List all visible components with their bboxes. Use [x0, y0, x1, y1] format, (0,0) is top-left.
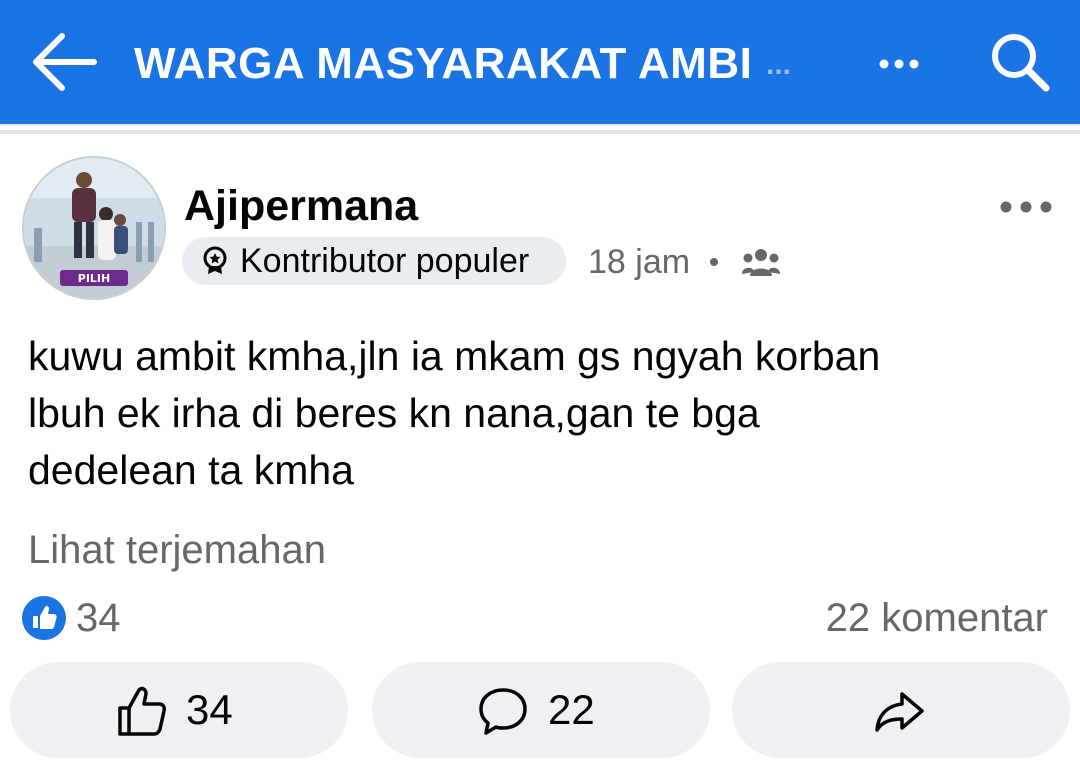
search-icon — [992, 34, 1050, 92]
post-text-line: lbuh ek irha di beres kn nana,gan te bga — [28, 390, 760, 436]
post-options-button[interactable] — [996, 190, 1056, 224]
avatar-photo: PILIH — [24, 158, 164, 298]
avatar-label: PILIH — [78, 272, 110, 285]
post-text-line: kuwu ambit kmha,jln ia mkam gs ngyah kor… — [28, 333, 881, 379]
share-button[interactable] — [732, 662, 1070, 758]
thumbs-up-glyph — [33, 605, 57, 629]
like-reaction-icon[interactable] — [22, 596, 66, 640]
share-arrow-icon — [875, 692, 924, 732]
badge-label: Kontributor populer — [240, 242, 530, 280]
comment-count[interactable]: 22 komentar — [826, 592, 1048, 644]
thumbs-up-icon — [118, 686, 166, 736]
search-button[interactable] — [988, 30, 1052, 94]
group-title[interactable]: WARGA MASYARAKAT AMBI — [134, 34, 806, 94]
post-timestamp[interactable]: 18 jam — [588, 238, 690, 286]
author-avatar[interactable]: PILIH — [22, 156, 166, 300]
see-translation-link[interactable]: Lihat terjemahan — [28, 524, 326, 576]
arrow-left-icon — [33, 33, 97, 91]
post-text-line: dedelean ta kmha — [28, 447, 354, 493]
back-button[interactable] — [28, 28, 100, 96]
title-ellipsis: ... — [766, 48, 792, 81]
comment-button[interactable]: 22 — [372, 662, 710, 758]
comment-action-count: 22 — [548, 686, 595, 733]
contributor-badge[interactable]: Kontributor populer — [182, 237, 566, 285]
like-button[interactable]: 34 — [10, 662, 348, 758]
group-more-button[interactable] — [874, 42, 924, 86]
more-horizontal-icon — [879, 59, 919, 69]
more-horizontal-icon — [1000, 201, 1052, 213]
reaction-count[interactable]: 34 — [76, 592, 121, 644]
like-count: 34 — [186, 686, 233, 733]
group-members-icon[interactable] — [742, 246, 780, 278]
top-bar-divider-highlight — [0, 126, 1080, 130]
meta-separator — [710, 258, 718, 266]
comment-bubble-icon — [479, 688, 527, 735]
author-name[interactable]: Ajipermana — [184, 180, 418, 232]
award-badge-icon — [203, 246, 227, 274]
post-text: kuwu ambit kmha,jln ia mkam gs ngyah kor… — [28, 328, 1058, 499]
